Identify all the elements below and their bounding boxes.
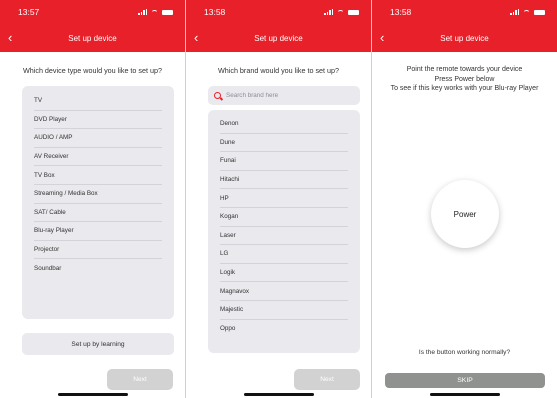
battery-icon <box>348 9 359 15</box>
back-arrow-icon[interactable]: ‹ <box>8 31 20 45</box>
device-type-item[interactable]: TV Box <box>34 166 162 185</box>
status-icons <box>138 9 173 15</box>
status-icons <box>510 9 545 15</box>
device-type-item[interactable]: TV <box>34 92 162 111</box>
instruction-line: Point the remote towards your device <box>406 66 523 73</box>
brand-item[interactable]: Funai <box>220 152 348 171</box>
status-icons <box>324 9 359 15</box>
home-indicator <box>430 393 500 396</box>
page-title: Set up device <box>440 33 489 43</box>
device-type-item[interactable]: AUDIO / AMP <box>34 129 162 148</box>
brand-item[interactable]: Laser <box>220 227 348 246</box>
status-bar: 13:57 <box>0 0 185 24</box>
device-type-list: TV DVD Player AUDIO / AMP AV Receiver TV… <box>22 86 174 319</box>
status-time: 13:58 <box>204 7 226 17</box>
home-indicator <box>244 393 314 396</box>
cell-signal-icon <box>324 9 333 15</box>
setup-by-learning-button[interactable]: Set up by learning <box>22 333 174 355</box>
power-test-screen: 13:58 ‹ Set up device Point the remote t… <box>372 0 557 398</box>
device-type-item[interactable]: Soundbar <box>34 259 162 278</box>
brand-item[interactable]: Logik <box>220 264 348 283</box>
back-arrow-icon[interactable]: ‹ <box>194 31 206 45</box>
status-time: 13:58 <box>390 7 412 17</box>
instruction-line: To see if this key works with your Blu-r… <box>390 85 539 93</box>
instruction-line: Press Power below <box>434 75 495 83</box>
wifi-icon <box>151 9 158 15</box>
wifi-icon <box>337 9 344 15</box>
status-bar: 13:58 <box>372 0 557 24</box>
brand-item[interactable]: Denon <box>220 115 348 134</box>
device-type-item[interactable]: AV Receiver <box>34 148 162 167</box>
brand-search-input[interactable] <box>226 92 346 99</box>
brand-screen: 13:58 ‹ Set up device Which brand would … <box>186 0 371 398</box>
app-bar: ‹ Set up device <box>0 24 185 52</box>
brand-item[interactable]: Dune <box>220 134 348 153</box>
brand-item[interactable]: LG <box>220 245 348 264</box>
app-screens: 13:57 ‹ Set up device Which device type … <box>0 0 557 398</box>
brand-item[interactable]: Kogan <box>220 208 348 227</box>
brand-list: Denon Dune Funai Hitachi HP Kogan Laser … <box>208 110 360 353</box>
cell-signal-icon <box>510 9 519 15</box>
back-arrow-icon[interactable]: ‹ <box>380 31 392 45</box>
page-title: Set up device <box>68 33 117 43</box>
device-type-question: Which device type would you like to set … <box>22 66 163 75</box>
device-type-item[interactable]: Blu-ray Player <box>34 222 162 241</box>
status-time: 13:57 <box>18 7 40 17</box>
brand-item[interactable]: HP <box>220 189 348 208</box>
device-type-item[interactable]: DVD Player <box>34 111 162 130</box>
skip-button[interactable]: SKIP <box>385 373 545 388</box>
home-indicator <box>58 393 128 396</box>
instructions: Point the remote towards your device Pre… <box>372 65 557 94</box>
wifi-icon <box>523 9 530 15</box>
brand-item[interactable]: Oppo <box>220 320 348 339</box>
search-icon <box>214 92 221 99</box>
device-type-item[interactable]: Projector <box>34 241 162 260</box>
brand-search-box[interactable] <box>208 86 360 105</box>
brand-item[interactable]: Hitachi <box>220 171 348 190</box>
brand-question: Which brand would you like to set up? <box>217 66 340 75</box>
power-button[interactable]: Power <box>431 180 499 248</box>
device-type-item[interactable]: SAT/ Cable <box>34 204 162 223</box>
next-button[interactable]: Next <box>107 369 173 390</box>
working-question: Is the button working normally? <box>418 349 511 356</box>
app-bar: ‹ Set up device <box>186 24 371 52</box>
app-bar: ‹ Set up device <box>372 24 557 52</box>
page-title: Set up device <box>254 33 303 43</box>
brand-item[interactable]: Majestic <box>220 301 348 320</box>
brand-item[interactable]: Magnavox <box>220 282 348 301</box>
device-type-screen: 13:57 ‹ Set up device Which device type … <box>0 0 185 398</box>
battery-icon <box>162 9 173 15</box>
device-type-item[interactable]: Streaming / Media Box <box>34 185 162 204</box>
next-button[interactable]: Next <box>294 369 360 390</box>
status-bar: 13:58 <box>186 0 371 24</box>
cell-signal-icon <box>138 9 147 15</box>
battery-icon <box>534 9 545 15</box>
